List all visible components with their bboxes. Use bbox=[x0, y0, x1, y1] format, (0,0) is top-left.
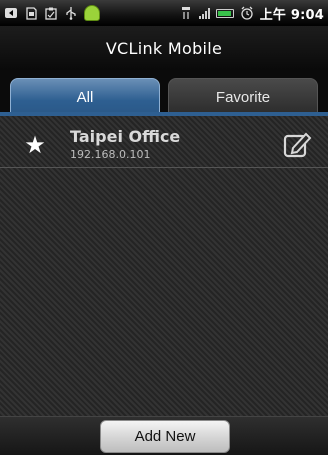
android-icon bbox=[84, 5, 100, 21]
add-new-button[interactable]: Add New bbox=[100, 420, 230, 453]
signal-icon bbox=[198, 7, 210, 19]
battery-icon bbox=[215, 8, 234, 18]
usb-icon bbox=[64, 6, 78, 20]
favorite-star-icon[interactable]: ★ bbox=[0, 131, 70, 159]
status-bar-left bbox=[4, 5, 100, 21]
connection-list: ★ Taipei Office 192.168.0.101 bbox=[0, 116, 328, 416]
tab-bar: All Favorite bbox=[0, 70, 328, 116]
list-item-text: Taipei Office 192.168.0.101 bbox=[70, 127, 274, 162]
connection-name: Taipei Office bbox=[70, 127, 181, 146]
status-time: 上午 9:04 bbox=[259, 7, 324, 23]
bottom-bar: Add New bbox=[0, 416, 328, 455]
status-bar: 上午 9:04 bbox=[0, 0, 328, 26]
edit-icon[interactable] bbox=[274, 127, 320, 163]
clipboard-icon bbox=[44, 6, 58, 20]
network-icon bbox=[179, 6, 193, 20]
sim-icon bbox=[24, 6, 38, 20]
tab-all[interactable]: All bbox=[10, 78, 160, 116]
app-title: VCLink Mobile bbox=[105, 38, 223, 58]
title-bar: VCLink Mobile bbox=[0, 26, 328, 70]
status-bar-right: 上午 9:04 bbox=[179, 4, 324, 23]
tab-favorite[interactable]: Favorite bbox=[168, 78, 318, 116]
back-icon bbox=[4, 6, 18, 20]
connection-address: 192.168.0.101 bbox=[70, 148, 151, 161]
list-item[interactable]: ★ Taipei Office 192.168.0.101 bbox=[0, 122, 328, 168]
alarm-icon bbox=[240, 6, 254, 20]
